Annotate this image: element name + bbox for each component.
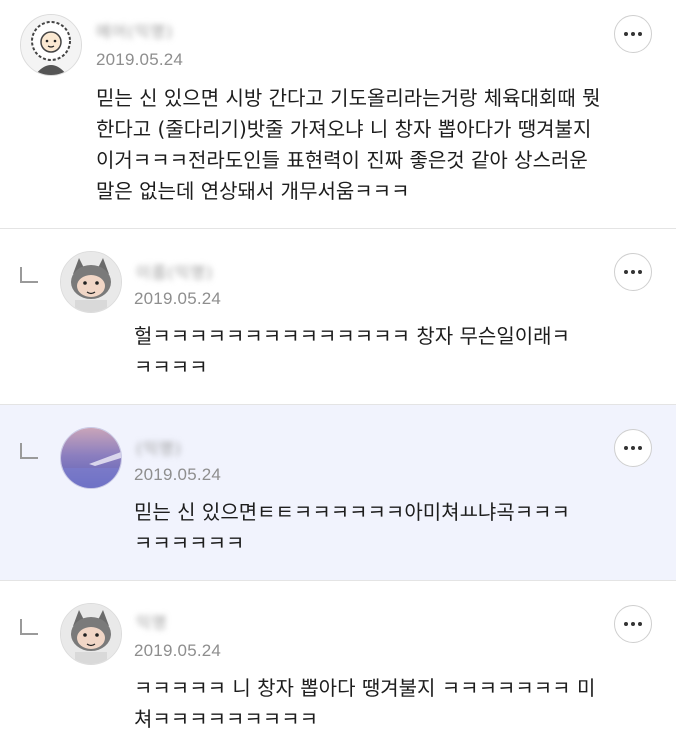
more-horizontal-icon [624,446,642,450]
user-avatar[interactable] [60,251,122,313]
comment-author: 익명 [136,613,168,632]
comment-date: 2019.05.24 [134,641,222,660]
reply-arrow-icon [20,267,38,283]
reply-arrow-icon [20,619,38,635]
comment-text: 믿는 신 있으면ㅌㅌㅋㅋㅋㅋㅋㅋ아미쳐ㅛ냐곡ㅋㅋㅋ ㅋㅋㅋㅋㅋㅋ [134,500,570,555]
reply-item: (익명) 2019.05.24 믿는 신 있으면ㅌㅌㅋㅋㅋㅋㅋㅋ아미쳐ㅛ냐곡ㅋㅋ… [0,405,676,580]
user-avatar[interactable] [20,14,82,76]
reply-item: 익명 2019.05.24 ㅋㅋㅋㅋㅋ 니 창자 뽑아다 땡겨불지 ㅋㅋㅋㅋㅋㅋ… [0,581,676,756]
user-avatar[interactable] [60,427,122,489]
comment-author: (익명) [136,439,182,458]
comment-text: ㅋㅋㅋㅋㅋ 니 창자 뽑아다 땡겨불지 ㅋㅋㅋㅋㅋㅋㅋ 미 쳐ㅋㅋㅋㅋㅋㅋㅋㅋㅋ [134,676,596,731]
comment-item: 에어(익명) 2019.05.24 믿는 신 있으면 시방 간다고 기도올리라는… [0,0,676,228]
reply-item: 이름(익명) 2019.05.24 헐ㅋㅋㅋㅋㅋㅋㅋㅋㅋㅋㅋㅋㅋㅋ 창자 무슨일… [0,229,676,404]
more-options-button[interactable] [614,253,652,291]
user-avatar[interactable] [60,603,122,665]
more-options-button[interactable] [614,429,652,467]
comment-date: 2019.05.24 [96,50,184,69]
more-horizontal-icon [624,622,642,626]
more-horizontal-icon [624,32,642,36]
comment-author: 에어(익명) [96,22,174,41]
comment-author: 이름(익명) [136,263,214,282]
comment-text: 헐ㅋㅋㅋㅋㅋㅋㅋㅋㅋㅋㅋㅋㅋㅋ 창자 무슨일이래ㅋ ㅋㅋㅋㅋ [134,324,570,379]
comment-text: 믿는 신 있으면 시방 간다고 기도올리라는거랑 체육대회때 뭣 한다고 (줄다… [96,86,601,203]
comment-date: 2019.05.24 [134,465,222,484]
more-options-button[interactable] [614,15,652,53]
reply-arrow-icon [20,443,38,459]
more-horizontal-icon [624,270,642,274]
comment-date: 2019.05.24 [134,289,222,308]
more-options-button[interactable] [614,605,652,643]
